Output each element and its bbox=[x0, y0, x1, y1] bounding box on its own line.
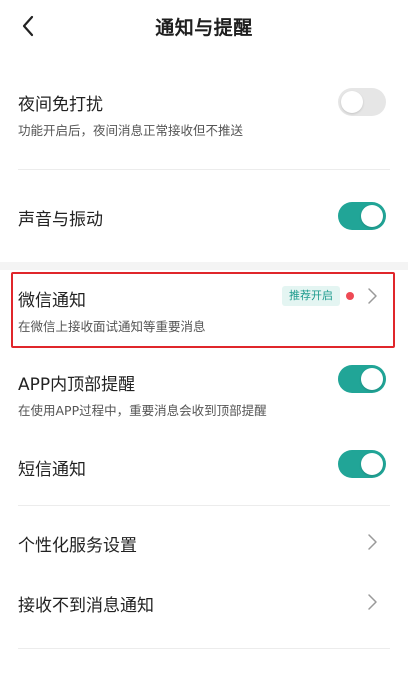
back-arrow-icon bbox=[22, 15, 34, 37]
setting-row-night-dnd: 夜间免打扰 功能开启后，夜间消息正常接收但不推送 bbox=[0, 70, 408, 170]
personalized-service-title: 个性化服务设置 bbox=[18, 536, 137, 556]
page-title: 通知与提醒 bbox=[155, 16, 253, 39]
setting-row-not-receiving-help[interactable]: 接收不到消息通知 bbox=[0, 572, 408, 632]
not-receiving-help-title: 接收不到消息通知 bbox=[18, 596, 154, 616]
toggle-knob bbox=[341, 91, 363, 113]
sound-vibration-title: 声音与振动 bbox=[18, 210, 103, 230]
setting-row-personalized-service[interactable]: 个性化服务设置 bbox=[0, 512, 408, 572]
divider bbox=[18, 648, 390, 649]
toggle-knob bbox=[361, 368, 383, 390]
night-dnd-title: 夜间免打扰 bbox=[18, 95, 103, 115]
in-app-banner-description: 在使用APP过程中，重要消息会收到顶部提醒 bbox=[18, 403, 267, 418]
toggle-knob bbox=[361, 205, 383, 227]
night-dnd-toggle[interactable] bbox=[338, 88, 386, 116]
nav-header: 通知与提醒 bbox=[0, 0, 408, 52]
in-app-banner-title: APP内顶部提醒 bbox=[18, 375, 136, 395]
setting-row-sms-notify: 短信通知 bbox=[0, 430, 408, 502]
sound-vibration-toggle[interactable] bbox=[338, 202, 386, 230]
notification-settings-page: 通知与提醒 夜间免打扰 功能开启后，夜间消息正常接收但不推送 声音与振动 微信通… bbox=[0, 0, 408, 682]
night-dnd-description: 功能开启后，夜间消息正常接收但不推送 bbox=[18, 123, 244, 138]
divider bbox=[18, 505, 390, 506]
sms-notify-title: 短信通知 bbox=[18, 460, 86, 480]
back-button[interactable] bbox=[14, 12, 42, 40]
section-separator bbox=[0, 262, 408, 270]
sms-notify-toggle[interactable] bbox=[338, 450, 386, 478]
setting-row-sound-vibration: 声音与振动 bbox=[0, 170, 408, 260]
chevron-right-icon bbox=[368, 594, 377, 610]
setting-row-in-app-banner: APP内顶部提醒 在使用APP过程中，重要消息会收到顶部提醒 bbox=[0, 350, 408, 430]
highlight-box bbox=[11, 272, 395, 348]
in-app-banner-toggle[interactable] bbox=[338, 365, 386, 393]
chevron-right-icon bbox=[368, 534, 377, 550]
toggle-knob bbox=[361, 453, 383, 475]
